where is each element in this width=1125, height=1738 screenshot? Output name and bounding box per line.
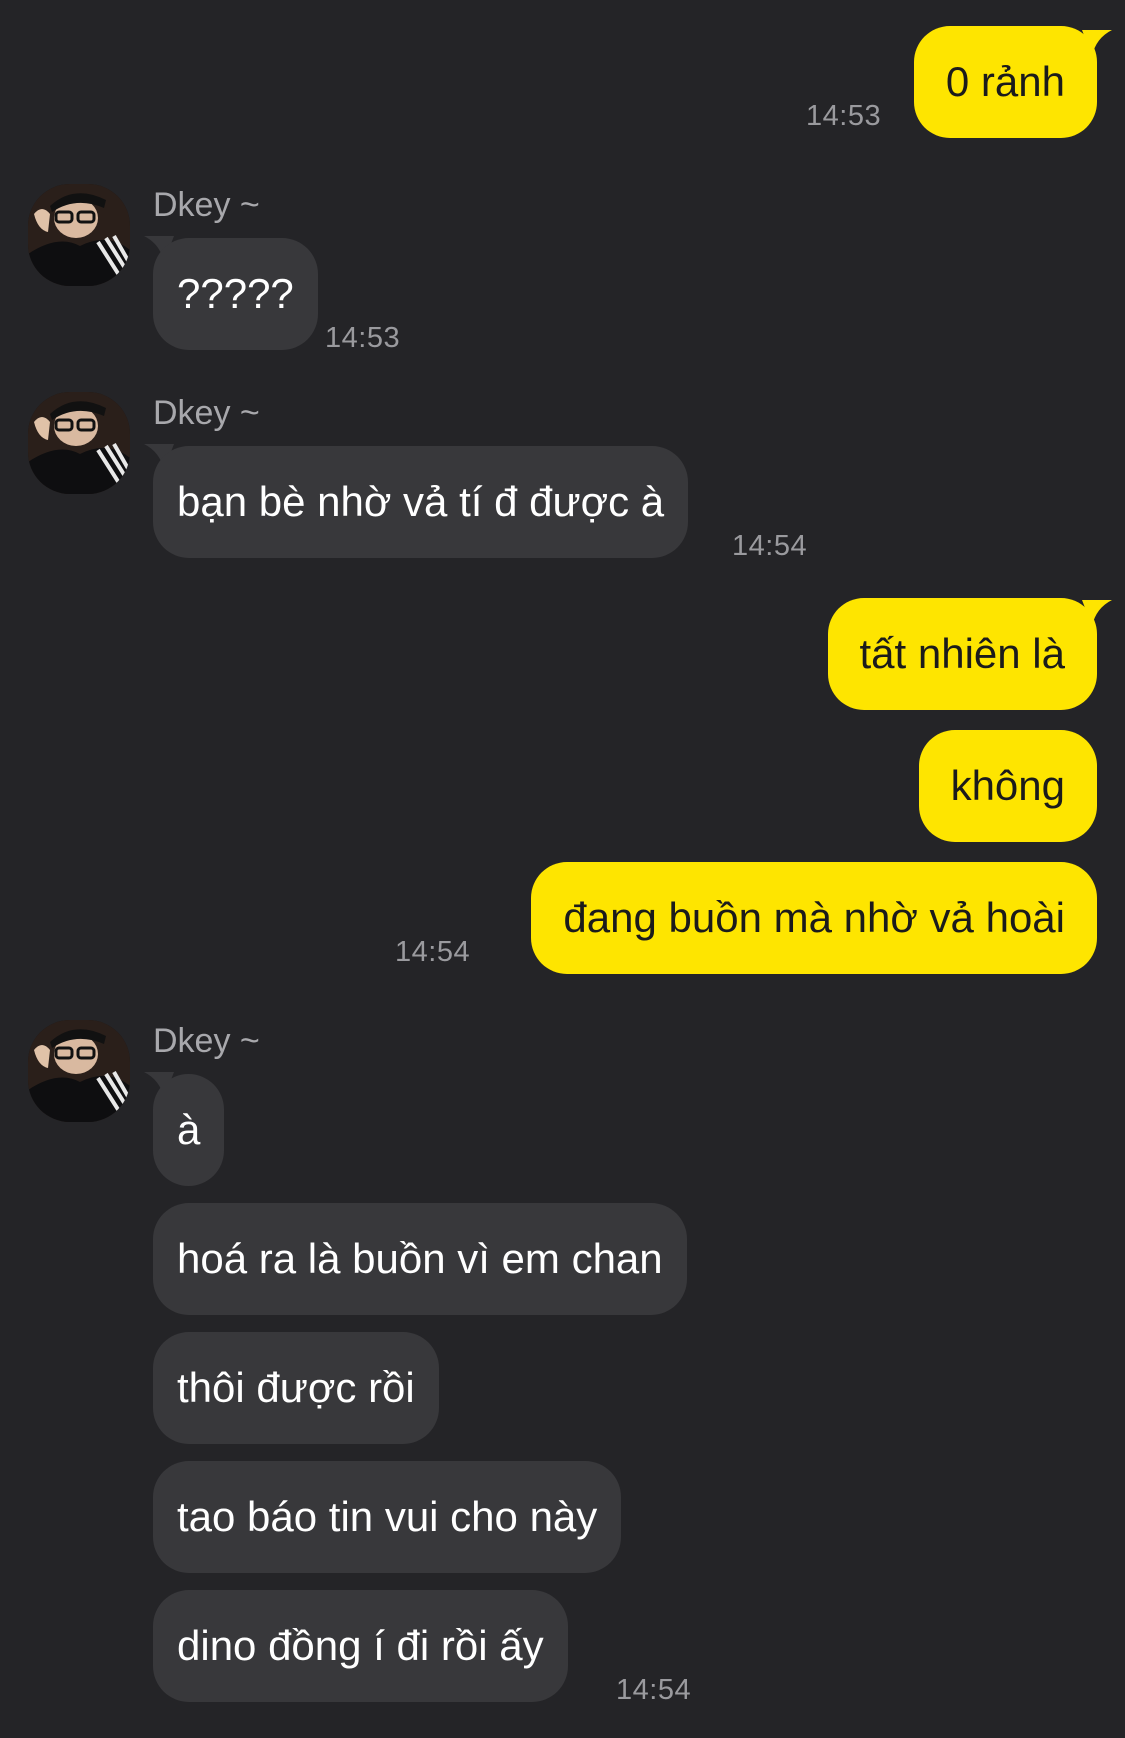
outgoing-message-bubble[interactable]: 0 rảnh [913, 26, 1097, 138]
avatar[interactable] [28, 1020, 130, 1122]
incoming-message-bubble[interactable]: tao báo tin vui cho này [153, 1461, 622, 1573]
user-photo-avatar-icon [28, 1020, 130, 1122]
sender-name: Dkey ~ [153, 186, 260, 224]
incoming-message-bubble[interactable]: hoá ra là buồn vì em chan [153, 1203, 687, 1315]
incoming-message-bubble[interactable]: dino đồng í đi rồi ấy [153, 1590, 568, 1702]
outgoing-message-bubble[interactable]: tất nhiên là [827, 598, 1097, 710]
incoming-message-bubble[interactable]: à [153, 1074, 225, 1186]
user-photo-avatar-icon [28, 184, 130, 286]
incoming-message-bubble[interactable]: thôi được rồi [153, 1332, 439, 1444]
sender-name: Dkey ~ [153, 394, 260, 432]
avatar[interactable] [28, 184, 130, 286]
avatar[interactable] [28, 392, 130, 494]
message-timestamp: 14:53 [325, 322, 401, 354]
message-timestamp: 14:54 [395, 936, 471, 968]
outgoing-message-bubble[interactable]: đang buồn mà nhờ vả hoài [531, 862, 1097, 974]
message-timestamp: 14:54 [616, 1674, 692, 1706]
user-photo-avatar-icon [28, 392, 130, 494]
message-timestamp: 14:54 [732, 530, 808, 562]
bubble-tail-icon [1082, 30, 1112, 56]
chat-message-list[interactable]: 14:53 0 rảnh Dkey ~ ????? 14:53 Dkey ~ b… [0, 0, 1125, 1738]
sender-name: Dkey ~ [153, 1022, 260, 1060]
message-timestamp: 14:53 [806, 100, 882, 132]
incoming-message-bubble[interactable]: bạn bè nhờ vả tí đ được à [153, 446, 689, 558]
incoming-message-bubble[interactable]: ????? [153, 238, 318, 350]
outgoing-message-bubble[interactable]: không [918, 730, 1097, 842]
bubble-tail-icon [1082, 600, 1112, 626]
